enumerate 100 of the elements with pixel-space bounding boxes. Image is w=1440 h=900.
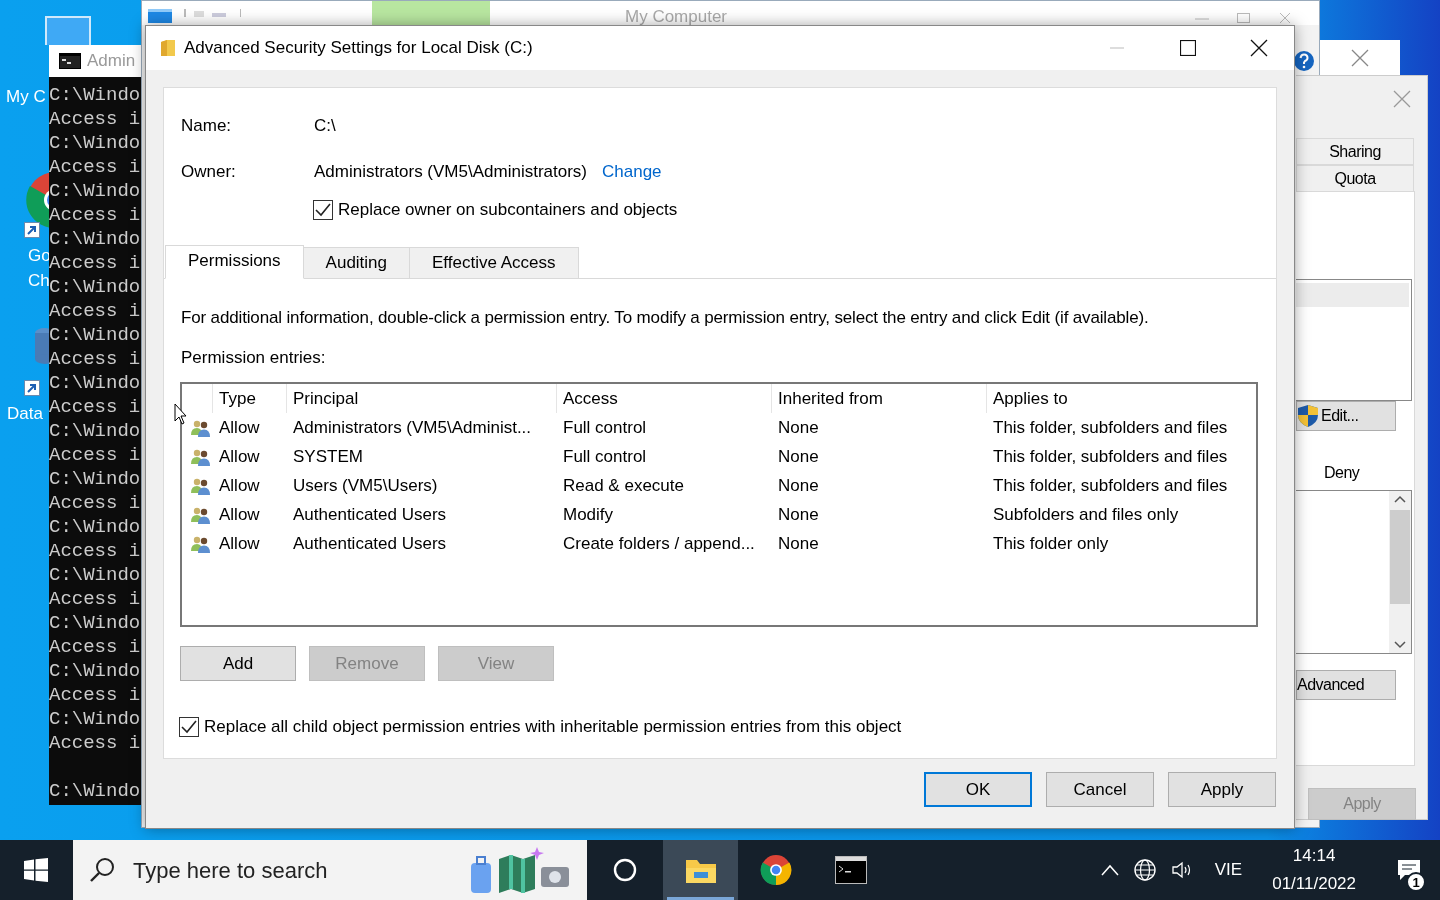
folder-icon [160,39,176,57]
console-line: Access i [49,299,141,323]
table-cell-text: None [777,532,820,555]
column-header: Deny [1324,463,1361,483]
console-line: C:\Windo [49,707,141,731]
column-header[interactable]: Inherited from [771,384,986,413]
dialog-button[interactable]: Cancel [1046,772,1154,807]
console-line: C:\Windo [49,779,141,803]
console-icon [834,856,867,884]
console-line: C:\Windo [49,83,141,107]
console-line: Access i [49,251,141,275]
field-value: Administrators (VM5\Administrators) [314,161,587,184]
tab[interactable]: Permissions [165,245,304,279]
column-header[interactable]: Access [556,384,771,413]
console-line: Access i [49,683,141,707]
close-icon[interactable] [1351,48,1369,67]
dialog-button[interactable]: Apply [1168,772,1276,807]
column-header[interactable]: Applies to [986,384,1256,413]
globe-icon[interactable] [1132,858,1157,882]
tab[interactable]: Auditing [302,247,411,279]
table-cell-text: Authenticated Users [292,532,448,555]
console-line: C:\Windo [49,323,141,347]
scroll-thumb[interactable] [1390,510,1410,604]
checkbox[interactable] [179,717,199,737]
console-line: Access i [49,155,141,179]
table-cell-text: Create folders / append... [562,532,756,555]
chevron-up-icon[interactable] [1100,864,1119,876]
console-line: C:\Windo [49,275,141,299]
console-line: C:\Windo [49,131,141,155]
browser-icon [759,854,792,886]
console-line: Access i [49,731,141,755]
clock-time[interactable]: 14:14 [1272,842,1356,870]
checkbox-label: Replace all child object permission entries with inheritable permission entries from this object [204,716,902,739]
scroll-up-icon[interactable] [1394,495,1406,503]
window-title: Advanced Security Settings for Local Disk (C:) [184,37,534,60]
console-line: C:\Windo [49,659,141,683]
speaker-icon[interactable] [1170,860,1193,880]
table-cell-text: SYSTEM [292,445,364,468]
table-cell-text: Full control [562,445,648,468]
search-bar[interactable]: Type here to search [73,840,587,900]
scrollbar[interactable] [1389,491,1411,653]
help-icon[interactable] [1293,50,1315,72]
users-icon [190,505,211,524]
table-cell-text: Authenticated Users [292,503,448,526]
close-icon[interactable] [1393,90,1411,108]
table-cell-text: Full control [562,416,648,439]
field-value: C:\ [314,115,336,138]
edit-button[interactable]: Edit... [1296,401,1396,431]
console-line: Access i [49,539,141,563]
table-cell-text: Allow [218,445,261,468]
table-cell-text: Allow [218,503,261,526]
tab[interactable]: Sharing [1296,138,1414,165]
tab[interactable]: Quota [1296,165,1414,192]
console-line: Access i [49,635,141,659]
notifications-button[interactable]: 1 [1384,840,1434,900]
users-icon [190,476,211,495]
taskbar-button[interactable] [663,840,738,900]
console-line: C:\Windo [49,227,141,251]
table-cell-text: Allow [218,416,261,439]
search-icon [89,857,115,883]
console-line: C:\Windo [49,419,141,443]
table-cell-text: None [777,503,820,526]
users-icon [190,534,211,553]
checkbox[interactable] [313,200,333,220]
language-indicator[interactable]: VIE [1214,857,1243,883]
scroll-down-icon[interactable] [1394,641,1406,649]
window-title: My Computer [625,6,728,25]
console-line: C:\Windo [49,467,141,491]
checkbox-label: Replace owner on subcontainers and objects [338,199,678,222]
console-line: C:\Windo [49,371,141,395]
console-line: Access i [49,107,141,131]
table-cell-text: This folder, subfolders and files [992,474,1229,497]
advanced-button[interactable]: Advanced [1296,670,1396,700]
console-line: Access i [49,587,141,611]
tab[interactable]: Effective Access [409,247,579,279]
table-cell-text: This folder, subfolders and files [992,445,1229,468]
table-cell-text: Read & execute [562,474,685,497]
field-label: Owner: [181,161,237,184]
windows-icon [24,858,48,882]
change-link[interactable]: Change [602,159,662,185]
shield-icon [1297,404,1319,428]
dialog-button[interactable]: OK [924,772,1032,807]
close-icon [1249,39,1268,57]
console-line: Access i [49,443,141,467]
table-cell-text: Allow [218,532,261,555]
field-label: Name: [181,115,233,138]
table-cell-text: Modify [562,503,615,526]
clock-date[interactable]: 01/11/2022 [1272,870,1356,898]
column-header[interactable]: Principal [286,384,556,413]
search-field[interactable]: Type here to search [131,852,451,888]
console-line: C:\Windo [49,611,141,635]
table-cell-text: None [777,416,820,439]
circle-icon [612,858,637,882]
notification-badge: 1 [1406,872,1426,892]
console-icon [59,53,81,69]
table-cell-text: Subfolders and files only [992,503,1180,526]
users-icon [190,418,211,437]
table-cell-text: None [777,474,820,497]
action-button[interactable]: Add [180,646,296,681]
column-header[interactable]: Type [212,384,286,413]
